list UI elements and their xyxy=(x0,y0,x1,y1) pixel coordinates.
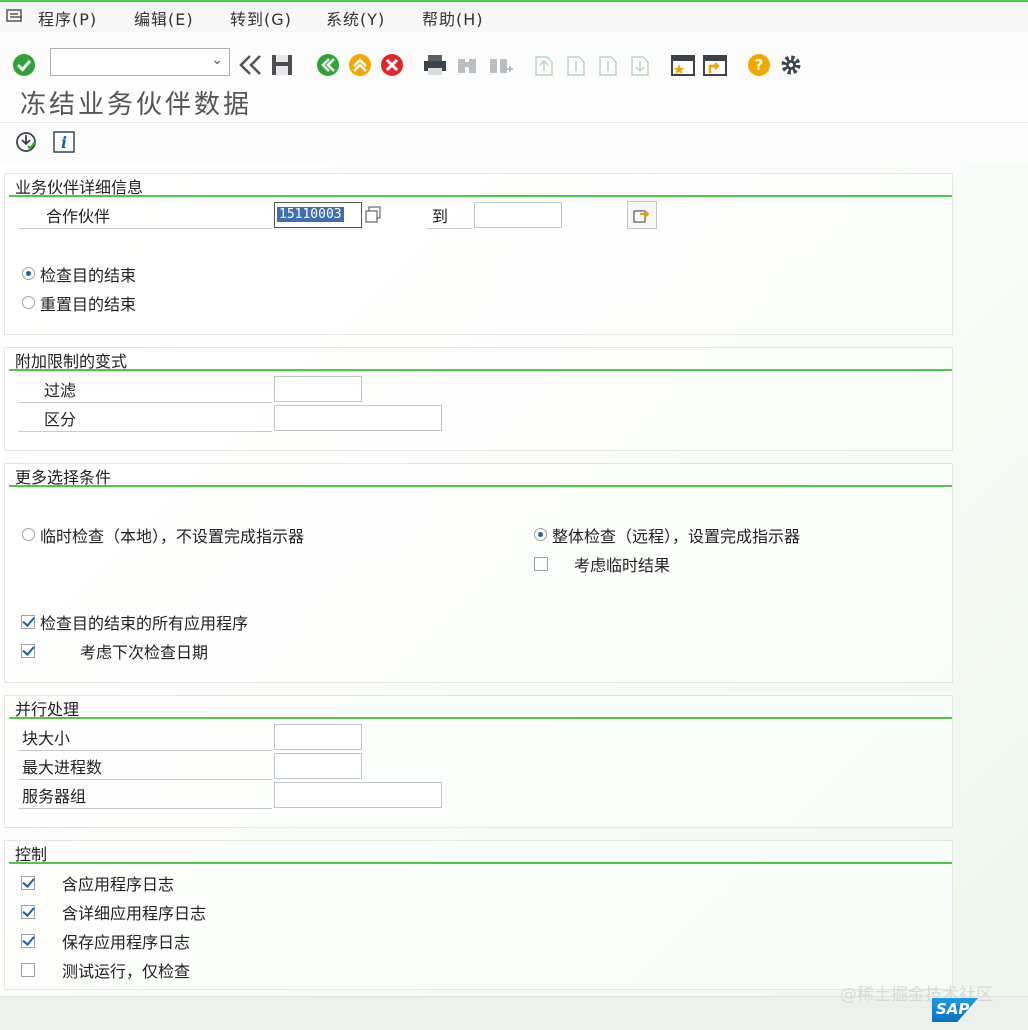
label-underline xyxy=(426,228,472,229)
label-underline xyxy=(18,750,272,751)
radio-check-end-label: 检查目的结束 xyxy=(40,266,137,285)
group-variant: 附加限制的变式 xyxy=(4,347,953,451)
distinct-label: 区分 xyxy=(44,410,77,429)
menu-system[interactable]: 系统(Y) xyxy=(326,6,385,30)
filter-label: 过滤 xyxy=(44,381,77,400)
detail-log-label: 含详细应用程序日志 xyxy=(62,904,207,923)
partner-from-value: 15110003 xyxy=(277,207,344,222)
group-divider xyxy=(9,369,952,371)
info-icon[interactable]: i xyxy=(53,131,75,153)
first-page-icon[interactable] xyxy=(532,53,554,77)
group-divider xyxy=(9,485,952,487)
radio-reset-end-label: 重置目的结束 xyxy=(40,295,137,314)
menu-edit[interactable]: 编辑(E) xyxy=(134,6,194,30)
arrow-right-icon xyxy=(633,210,650,223)
partner-from-input[interactable]: 15110003 xyxy=(274,202,362,228)
radio-temp-check-label: 临时检查（本地），不设置完成指示器 xyxy=(40,527,305,546)
group-divider xyxy=(9,195,952,197)
test-run-checkbox[interactable] xyxy=(21,963,35,977)
save-icon[interactable] xyxy=(270,53,294,77)
server-group-label: 服务器组 xyxy=(22,787,87,806)
consider-temp-label: 考虑临时结果 xyxy=(574,556,671,575)
server-group-input[interactable] xyxy=(274,782,442,808)
multiple-selection-icon[interactable] xyxy=(364,205,382,225)
create-session-icon[interactable] xyxy=(670,53,696,77)
chevron-down-icon[interactable]: ⌄ xyxy=(211,52,223,68)
partner-to-input[interactable] xyxy=(474,202,562,228)
to-label: 到 xyxy=(432,207,449,226)
back-icon[interactable] xyxy=(316,53,340,77)
svg-text:?: ? xyxy=(755,56,764,74)
help-icon[interactable]: ? xyxy=(747,53,771,77)
radio-full-check-label: 整体检查（远程），设置完成指示器 xyxy=(552,527,801,546)
label-underline xyxy=(18,808,272,809)
radio-full-check[interactable] xyxy=(534,528,547,541)
radio-reset-end[interactable] xyxy=(22,296,35,309)
double-chevron-left-icon[interactable] xyxy=(238,54,264,76)
generate-shortcut-icon[interactable] xyxy=(702,53,728,77)
save-log-checkbox[interactable] xyxy=(21,934,35,948)
enter-check-icon[interactable] xyxy=(12,53,36,77)
label-underline xyxy=(18,402,272,403)
last-page-icon[interactable] xyxy=(628,53,650,77)
detail-log-checkbox[interactable] xyxy=(21,905,35,919)
group-partner-details: 业务伙伴详细信息 xyxy=(4,173,953,335)
multiple-selection-button[interactable] xyxy=(627,201,657,229)
block-size-label: 块大小 xyxy=(22,729,71,748)
menu-icon[interactable] xyxy=(6,8,24,24)
radio-check-end[interactable] xyxy=(22,267,35,280)
app-log-checkbox[interactable] xyxy=(21,876,35,890)
find-next-icon[interactable] xyxy=(487,53,513,77)
save-log-label: 保存应用程序日志 xyxy=(62,933,191,952)
menu-bar: 程序(P) 编辑(E) 转到(G) 系统(Y) 帮助(H) xyxy=(0,2,1028,32)
app-log-label: 含应用程序日志 xyxy=(62,875,175,894)
previous-page-icon[interactable] xyxy=(564,53,586,77)
partner-label: 合作伙伴 xyxy=(46,207,111,226)
filter-input[interactable] xyxy=(274,376,362,402)
max-proc-input[interactable] xyxy=(274,753,362,779)
cancel-icon[interactable] xyxy=(380,53,404,77)
menu-help[interactable]: 帮助(H) xyxy=(422,6,484,30)
gear-icon[interactable] xyxy=(779,53,803,77)
radio-temp-check[interactable] xyxy=(22,528,35,541)
execute-icon[interactable] xyxy=(15,131,37,153)
exit-icon[interactable] xyxy=(348,53,372,77)
group-divider xyxy=(9,862,952,864)
label-underline xyxy=(18,228,272,229)
label-underline xyxy=(18,779,272,780)
command-field[interactable]: ⌄ xyxy=(50,48,230,76)
next-page-icon[interactable] xyxy=(596,53,618,77)
page-title: 冻结业务伙伴数据 xyxy=(20,90,253,120)
check-all-apps-label: 检查目的结束的所有应用程序 xyxy=(40,614,249,633)
test-run-label: 测试运行，仅检查 xyxy=(62,962,191,981)
menu-goto[interactable]: 转到(G) xyxy=(230,6,292,30)
find-icon[interactable] xyxy=(455,53,479,77)
consider-next-date-checkbox[interactable] xyxy=(21,644,35,658)
group-divider xyxy=(9,717,952,719)
distinct-input[interactable] xyxy=(274,405,442,431)
menu-program[interactable]: 程序(P) xyxy=(38,6,97,30)
consider-next-date-label: 考虑下次检查日期 xyxy=(80,643,209,662)
print-icon[interactable] xyxy=(422,53,448,77)
block-size-input[interactable] xyxy=(274,724,362,750)
check-all-apps-checkbox[interactable] xyxy=(21,615,35,629)
application-toolbar xyxy=(0,122,1028,164)
svg-text:i: i xyxy=(61,133,67,152)
consider-temp-checkbox[interactable] xyxy=(534,557,548,571)
max-proc-label: 最大进程数 xyxy=(22,758,103,777)
label-underline xyxy=(18,431,272,432)
